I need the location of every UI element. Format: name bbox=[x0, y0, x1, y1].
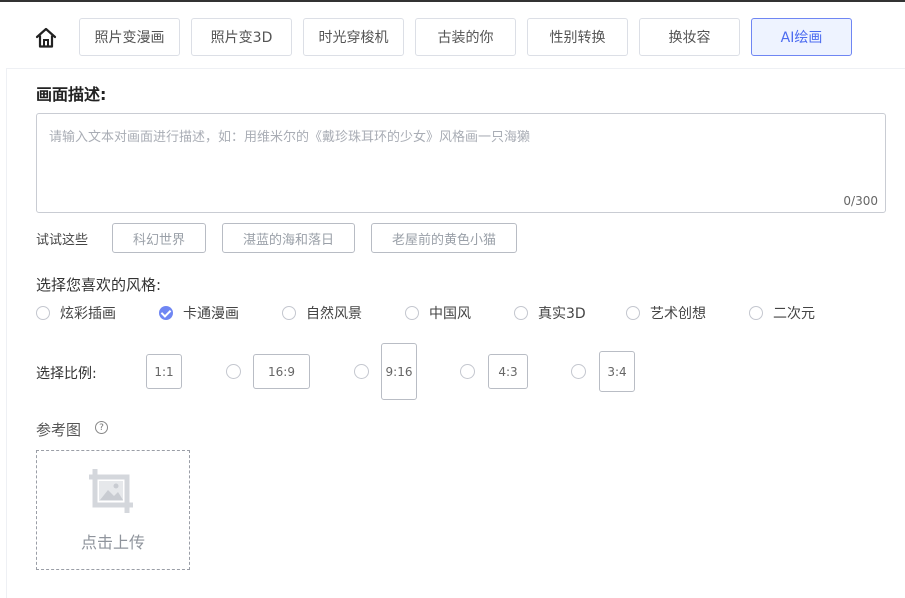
style-option-label: 中国风 bbox=[429, 306, 471, 322]
ratio-option-16-9[interactable]: 16:9 bbox=[253, 354, 310, 389]
image-upload-icon bbox=[87, 467, 137, 521]
style-option-selected[interactable]: 卡通漫画 bbox=[159, 304, 239, 322]
tab-photo-to-comic[interactable]: 照片变漫画 bbox=[79, 18, 180, 56]
left-divider bbox=[6, 68, 7, 598]
radio-checked-icon[interactable] bbox=[159, 306, 173, 320]
ratio-option-3-4[interactable]: 3:4 bbox=[599, 351, 635, 392]
upload-area[interactable]: 点击上传 bbox=[36, 450, 190, 570]
help-icon[interactable]: ? bbox=[95, 421, 108, 434]
radio-button[interactable] bbox=[405, 306, 419, 320]
ratio-label: 选择比例: bbox=[36, 366, 97, 382]
ratio-radio[interactable] bbox=[571, 364, 586, 379]
style-option-label: 艺术创想 bbox=[650, 306, 706, 322]
style-option-label: 卡通漫画 bbox=[183, 306, 239, 322]
ratio-radio[interactable] bbox=[354, 364, 369, 379]
reference-label: 参考图 bbox=[36, 421, 82, 439]
radio-button[interactable] bbox=[282, 306, 296, 320]
style-option-label: 炫彩插画 bbox=[60, 306, 116, 322]
suggestion-chip[interactable]: 湛蓝的海和落日 bbox=[222, 223, 355, 253]
ratio-option-9-16[interactable]: 9:16 bbox=[381, 343, 417, 400]
style-option-label: 真实3D bbox=[538, 306, 586, 322]
home-icon[interactable] bbox=[34, 26, 58, 50]
tab-ancient-costume[interactable]: 古装的你 bbox=[415, 18, 516, 56]
nav-divider bbox=[6, 68, 905, 69]
style-option[interactable]: 自然风景 bbox=[282, 304, 362, 322]
style-option-label: 二次元 bbox=[773, 306, 815, 322]
radio-button[interactable] bbox=[36, 306, 50, 320]
prompt-textarea[interactable]: 请输入文本对画面进行描述，如：用维米尔的《戴珍珠耳环的少女》风格画一只海獭 0/… bbox=[36, 113, 886, 213]
top-border bbox=[0, 0, 905, 2]
suggestion-chip[interactable]: 科幻世界 bbox=[112, 223, 206, 253]
prompt-title: 画面描述: bbox=[36, 85, 107, 104]
ratio-option-4-3[interactable]: 4:3 bbox=[488, 354, 528, 389]
tab-photo-to-3d[interactable]: 照片变3D bbox=[191, 18, 292, 56]
style-option-label: 自然风景 bbox=[306, 306, 362, 322]
prompt-placeholder: 请输入文本对画面进行描述，如：用维米尔的《戴珍珠耳环的少女》风格画一只海獭 bbox=[49, 130, 531, 145]
upload-text: 点击上传 bbox=[80, 533, 145, 552]
tab-ai-painting[interactable]: AI绘画 bbox=[751, 18, 852, 56]
style-option[interactable]: 真实3D bbox=[514, 304, 586, 322]
char-counter: 0/300 bbox=[843, 194, 878, 208]
style-option[interactable]: 炫彩插画 bbox=[36, 304, 116, 322]
style-option[interactable]: 二次元 bbox=[749, 304, 815, 322]
radio-button[interactable] bbox=[626, 306, 640, 320]
ratio-option-1-1[interactable]: 1:1 bbox=[146, 354, 182, 389]
radio-button[interactable] bbox=[749, 306, 763, 320]
ratio-radio[interactable] bbox=[460, 364, 475, 379]
ratio-radio[interactable] bbox=[226, 364, 241, 379]
tab-makeup[interactable]: 换妆容 bbox=[639, 18, 740, 56]
tab-gender-swap[interactable]: 性别转换 bbox=[527, 18, 628, 56]
feature-tabs: 照片变漫画 照片变3D 时光穿梭机 古装的你 性别转换 换妆容 AI绘画 bbox=[0, 18, 905, 58]
tab-time-machine[interactable]: 时光穿梭机 bbox=[303, 18, 404, 56]
style-option[interactable]: 艺术创想 bbox=[626, 304, 706, 322]
radio-button[interactable] bbox=[514, 306, 528, 320]
style-title: 选择您喜欢的风格: bbox=[36, 276, 162, 294]
suggestion-chip[interactable]: 老屋前的黄色小猫 bbox=[371, 223, 517, 253]
style-option[interactable]: 中国风 bbox=[405, 304, 471, 322]
suggestions-label: 试试这些 bbox=[36, 233, 89, 248]
